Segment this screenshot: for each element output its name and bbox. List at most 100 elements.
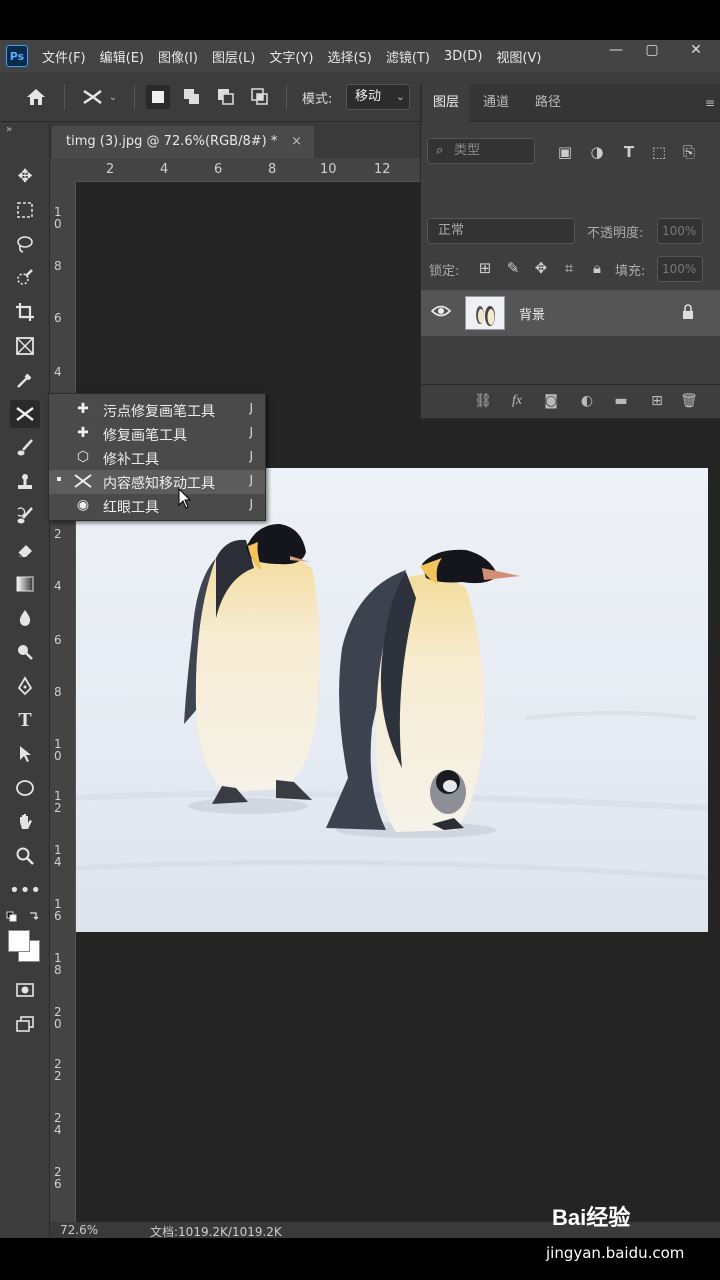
ruler-label: 6 bbox=[214, 162, 223, 177]
path-selection-tool-icon[interactable] bbox=[10, 740, 40, 768]
dodge-tool-icon[interactable] bbox=[10, 638, 40, 666]
layer-row-background[interactable]: 背景 bbox=[421, 290, 720, 336]
new-selection-icon[interactable] bbox=[146, 85, 170, 109]
close-window-icon[interactable]: ✕ bbox=[686, 42, 706, 62]
menu-filter[interactable]: 滤镜(T) bbox=[386, 47, 430, 66]
flyout-shortcut: J bbox=[249, 449, 253, 463]
menu-3d[interactable]: 3D(D) bbox=[444, 49, 482, 64]
fill-input[interactable]: 100% bbox=[657, 256, 703, 282]
zoom-level[interactable]: 72.6% bbox=[60, 1223, 98, 1237]
lock-image-icon[interactable]: ✎ bbox=[503, 258, 523, 278]
history-brush-tool-icon[interactable] bbox=[10, 502, 40, 530]
home-icon[interactable] bbox=[22, 85, 50, 109]
ruler-label: 6 bbox=[54, 311, 62, 325]
menu-layer[interactable]: 图层(L) bbox=[212, 47, 255, 66]
lock-artboard-icon[interactable]: ⌗ bbox=[559, 258, 579, 278]
new-group-icon[interactable]: ▬ bbox=[611, 393, 631, 411]
lock-all-icon[interactable]: 🔒︎ bbox=[587, 258, 607, 278]
move-tool-icon[interactable]: ✥ bbox=[10, 162, 40, 190]
lock-transparent-icon[interactable]: ⊞ bbox=[475, 258, 495, 278]
flyout-item-healing-brush[interactable]: ✚ 修复画笔工具 J bbox=[49, 422, 265, 446]
default-colors-icon[interactable] bbox=[6, 910, 42, 924]
filter-adjustment-icon[interactable]: ◑ bbox=[587, 142, 607, 162]
mode-select[interactable]: 移动 ⌄ bbox=[346, 84, 410, 110]
eyedropper-tool-icon[interactable] bbox=[10, 366, 40, 394]
tab-paths[interactable]: 路径 bbox=[525, 84, 571, 122]
minimize-icon[interactable]: — bbox=[606, 42, 626, 62]
add-mask-icon[interactable]: ◙ bbox=[541, 393, 561, 411]
collapse-panel-icon[interactable]: » bbox=[6, 124, 12, 135]
delete-layer-icon[interactable]: 🗑︎ bbox=[679, 393, 699, 411]
filter-type-icon[interactable]: T bbox=[619, 142, 639, 162]
ruler-label: 8 bbox=[54, 259, 62, 273]
document-tab[interactable]: timg (3).jpg @ 72.6%(RGB/8#) * × bbox=[52, 126, 314, 158]
blend-mode-select[interactable]: 正常 bbox=[427, 218, 575, 244]
blur-tool-icon[interactable] bbox=[10, 604, 40, 632]
more-tools-icon[interactable]: ••• bbox=[9, 876, 41, 904]
vertical-ruler[interactable]: 1 0 8 6 4 2 4 6 8 1 0 1 2 1 4 1 6 1 8 2 … bbox=[50, 182, 76, 1238]
frame-tool-icon[interactable] bbox=[10, 332, 40, 360]
screen-mode-icon[interactable] bbox=[10, 1010, 40, 1038]
flyout-item-content-aware-move[interactable]: 内容感知移动工具 J bbox=[49, 470, 265, 494]
content-aware-move-tool-icon[interactable] bbox=[10, 400, 40, 428]
quick-selection-tool-icon[interactable] bbox=[10, 264, 40, 292]
zoom-tool-icon[interactable] bbox=[10, 842, 40, 870]
clone-stamp-tool-icon[interactable] bbox=[10, 468, 40, 496]
penguin-photo[interactable] bbox=[76, 468, 708, 932]
eraser-tool-icon[interactable] bbox=[10, 536, 40, 564]
ellipse-tool-icon[interactable] bbox=[10, 774, 40, 802]
lock-position-icon[interactable]: ✥ bbox=[531, 258, 551, 278]
brush-tool-icon[interactable] bbox=[10, 434, 40, 462]
type-tool-icon[interactable]: T bbox=[10, 706, 40, 734]
intersect-selection-icon[interactable] bbox=[248, 85, 272, 109]
tab-channels[interactable]: 通道 bbox=[473, 84, 519, 122]
flyout-item-red-eye[interactable]: ◉ 红眼工具 J bbox=[49, 494, 265, 518]
hand-tool-icon[interactable] bbox=[10, 808, 40, 836]
tool-preset-picker[interactable]: ⌄ bbox=[76, 85, 122, 109]
layer-kind-filter[interactable]: ⌕ 类型 bbox=[427, 138, 535, 164]
ruler-label: 1 4 bbox=[54, 843, 62, 869]
subtract-from-selection-icon[interactable] bbox=[214, 85, 238, 109]
layer-thumbnail bbox=[465, 296, 505, 330]
menu-view[interactable]: 视图(V) bbox=[496, 47, 541, 66]
tab-layers[interactable]: 图层 bbox=[423, 84, 470, 122]
filter-shape-icon[interactable]: ⬚ bbox=[649, 142, 669, 162]
menu-type[interactable]: 文字(Y) bbox=[269, 47, 313, 66]
pen-tool-icon[interactable] bbox=[10, 672, 40, 700]
horizontal-ruler[interactable]: 2 4 6 8 10 12 bbox=[76, 158, 420, 182]
ruler-origin[interactable] bbox=[50, 158, 76, 182]
flyout-item-label: 内容感知移动工具 bbox=[103, 476, 215, 492]
marquee-tool-icon[interactable] bbox=[10, 196, 40, 224]
crop-tool-icon[interactable] bbox=[10, 298, 40, 326]
photoshop-logo-icon: Ps bbox=[6, 45, 28, 67]
foreground-color-swatch[interactable] bbox=[8, 930, 30, 952]
spot-healing-brush-icon: ✚ bbox=[77, 401, 89, 417]
menu-select[interactable]: 选择(S) bbox=[327, 47, 371, 66]
color-swatches[interactable] bbox=[6, 928, 42, 964]
panel-menu-icon[interactable]: ≡ bbox=[705, 96, 715, 110]
layer-style-fx-icon[interactable]: fx bbox=[507, 393, 527, 411]
quick-mask-icon[interactable] bbox=[10, 976, 40, 1004]
maximize-icon[interactable]: ▢ bbox=[642, 42, 662, 62]
flyout-item-spot-healing-brush[interactable]: ✚ 污点修复画笔工具 J bbox=[49, 398, 265, 422]
filter-pixel-icon[interactable]: ▣ bbox=[555, 142, 575, 162]
filter-smart-object-icon[interactable]: ⎘ bbox=[679, 142, 699, 162]
menu-image[interactable]: 图像(I) bbox=[158, 47, 198, 66]
menu-file[interactable]: 文件(F) bbox=[42, 47, 86, 66]
menu-edit[interactable]: 编辑(E) bbox=[100, 47, 144, 66]
new-layer-icon[interactable]: ⊞ bbox=[647, 393, 667, 411]
visibility-eye-icon[interactable] bbox=[430, 304, 452, 322]
options-separator bbox=[134, 84, 135, 110]
link-layers-icon[interactable]: ⛓︎ bbox=[473, 393, 493, 411]
watermark-logo: Bai经验 bbox=[552, 1205, 631, 1230]
flyout-item-patch[interactable]: ⬡ 修补工具 J bbox=[49, 446, 265, 470]
gradient-tool-icon[interactable] bbox=[10, 570, 40, 598]
ruler-label: 2 6 bbox=[54, 1165, 62, 1191]
opacity-input[interactable]: 100% bbox=[657, 218, 703, 244]
new-adjustment-layer-icon[interactable]: ◐ bbox=[577, 393, 597, 411]
ruler-label: 8 bbox=[54, 685, 62, 699]
lasso-tool-icon[interactable] bbox=[10, 230, 40, 258]
add-to-selection-icon[interactable] bbox=[180, 85, 204, 109]
close-tab-icon[interactable]: × bbox=[291, 126, 302, 158]
flyout-shortcut: J bbox=[249, 401, 253, 415]
